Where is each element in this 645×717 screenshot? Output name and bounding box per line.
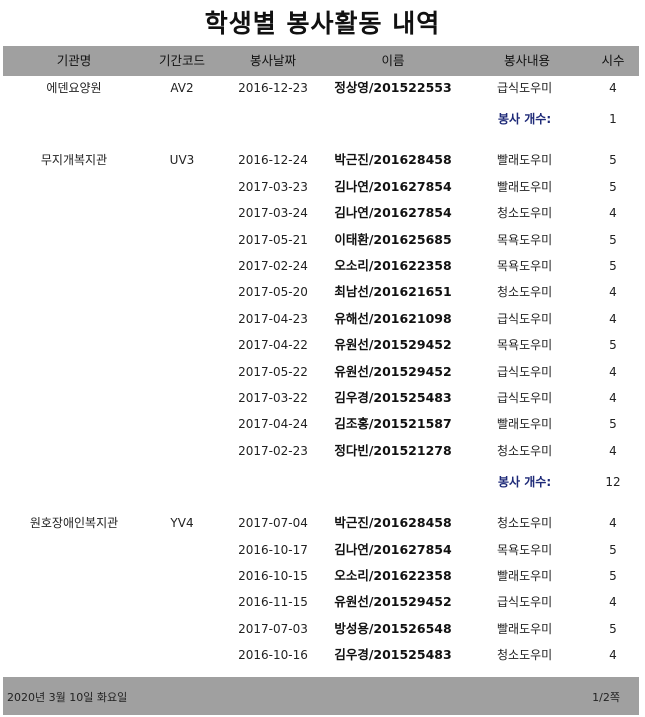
service-date: 2016-10-15 (238, 569, 308, 583)
service-date: 2017-05-22 (238, 364, 308, 379)
service-date: 2017-04-23 (238, 311, 308, 326)
student-name-id: 김조홍/201521587 (334, 416, 452, 432)
service-date: 2017-04-24 (238, 417, 308, 432)
service-content: 청소도우미 (497, 443, 553, 458)
print-date: 2020년 3월 10일 화요일 (7, 691, 128, 704)
service-content: 급식도우미 (497, 81, 553, 95)
column-header-service-date: 봉사날짜 (249, 53, 297, 68)
service-hours: 5 (609, 179, 617, 194)
student-name-id: 오소리/201622358 (334, 258, 452, 273)
service-content: 목욕도우미 (497, 338, 553, 353)
service-count-label: 봉사 개수: (498, 112, 552, 127)
period-code: AV2 (170, 81, 194, 95)
service-date: 2016-10-16 (238, 648, 308, 663)
service-hours: 4 (609, 648, 617, 663)
service-content: 빨래도우미 (497, 153, 553, 168)
service-content: 급식도우미 (497, 311, 553, 326)
service-date: 2017-07-03 (238, 621, 308, 636)
service-date: 2017-03-24 (238, 206, 308, 221)
service-content: 목욕도우미 (497, 259, 553, 273)
service-hours: 4 (609, 206, 617, 221)
service-content: 빨래도우미 (497, 569, 553, 583)
service-hours: 5 (609, 338, 617, 353)
student-name-id: 김나연/201627854 (334, 541, 452, 557)
service-hours: 4 (609, 311, 617, 326)
service-date: 2017-03-23 (238, 179, 308, 194)
service-date: 2017-05-21 (238, 232, 308, 247)
service-hours: 4 (609, 391, 617, 405)
student-name-id: 유원선/201529452 (334, 337, 452, 353)
student-name-id: 방성용/201526548 (334, 620, 452, 636)
student-name-id: 최남선/201621651 (334, 284, 452, 300)
column-header-period-code: 기간코드 (158, 53, 206, 68)
service-hours: 5 (609, 542, 617, 557)
service-date: 2016-12-24 (238, 153, 308, 168)
service-date: 2017-05-20 (238, 285, 308, 300)
period-code: YV4 (170, 516, 194, 531)
student-name-id: 박근진/201628458 (334, 515, 452, 531)
student-name-id: 김우경/201525483 (334, 647, 452, 663)
service-date: 2017-04-22 (238, 338, 308, 353)
student-name-id: 유원선/201529452 (334, 363, 452, 379)
service-hours: 4 (609, 81, 617, 95)
service-content: 급식도우미 (497, 391, 553, 405)
service-count-label: 봉사 개수: (498, 475, 552, 490)
student-name-id: 정다빈/201521278 (334, 442, 452, 458)
student-name-id: 오소리/201622358 (334, 568, 452, 583)
column-header-hours: 시수 (601, 53, 625, 68)
service-content: 목욕도우미 (497, 542, 553, 557)
service-content: 청소도우미 (497, 516, 553, 531)
column-header-service-content: 봉사내용 (503, 53, 551, 68)
service-hours: 4 (609, 443, 617, 458)
student-name-id: 김나연/201627854 (334, 178, 452, 194)
institution-name: 에덴요양원 (46, 81, 102, 95)
service-date: 2017-02-23 (238, 443, 308, 458)
page-footer: 2020년 3월 10일 화요일 1/2쪽 (3, 677, 639, 715)
service-hours: 5 (609, 621, 617, 636)
institution-name: 원호장애인복지관 (29, 516, 119, 531)
column-header-institution: 기관명 (56, 53, 92, 68)
service-hours: 4 (609, 516, 617, 531)
service-content: 목욕도우미 (497, 232, 553, 247)
student-name-id: 김우경/201525483 (334, 390, 452, 405)
column-header-name: 이름 (381, 53, 405, 68)
service-content: 급식도우미 (497, 595, 553, 610)
service-hours: 4 (609, 595, 617, 610)
service-hours: 5 (609, 569, 617, 583)
service-date: 2016-11-15 (238, 595, 308, 610)
institution-name: 무지개복지관 (40, 153, 108, 168)
service-hours: 5 (609, 232, 617, 247)
student-name-id: 김나연/201627854 (334, 205, 452, 221)
service-count-value: 12 (605, 475, 621, 490)
service-count-value: 1 (609, 112, 617, 127)
service-content: 청소도우미 (497, 206, 553, 221)
service-date: 2016-10-17 (238, 542, 308, 557)
student-name-id: 이태환/201625685 (334, 231, 452, 247)
service-date: 2017-02-24 (238, 259, 308, 273)
service-hours: 4 (609, 285, 617, 300)
service-content: 급식도우미 (497, 364, 553, 379)
service-content: 빨래도우미 (497, 417, 553, 432)
service-hours: 5 (609, 153, 617, 168)
report-title: 학생별 봉사활동 내역 (204, 9, 441, 38)
column-header-bar: 기관명 기간코드 봉사날짜 이름 봉사내용 시수 (3, 46, 639, 76)
student-name-id: 유원선/201529452 (334, 594, 452, 610)
service-date: 2017-07-04 (238, 516, 308, 531)
service-hours: 5 (609, 417, 617, 432)
student-name-id: 유해선/201621098 (334, 310, 452, 326)
service-content: 청소도우미 (497, 285, 553, 300)
service-content: 빨래도우미 (497, 621, 553, 636)
student-name-id: 정상영/201522553 (334, 80, 452, 95)
service-date: 2016-12-23 (238, 81, 308, 95)
period-code: UV3 (169, 153, 195, 168)
page-number: 1/2쪽 (592, 691, 620, 704)
service-content: 청소도우미 (497, 648, 553, 663)
service-date: 2017-03-22 (238, 391, 308, 405)
service-content: 빨래도우미 (497, 179, 553, 194)
student-name-id: 박근진/201628458 (334, 152, 452, 168)
service-hours: 4 (609, 364, 617, 379)
service-hours: 5 (609, 259, 617, 273)
